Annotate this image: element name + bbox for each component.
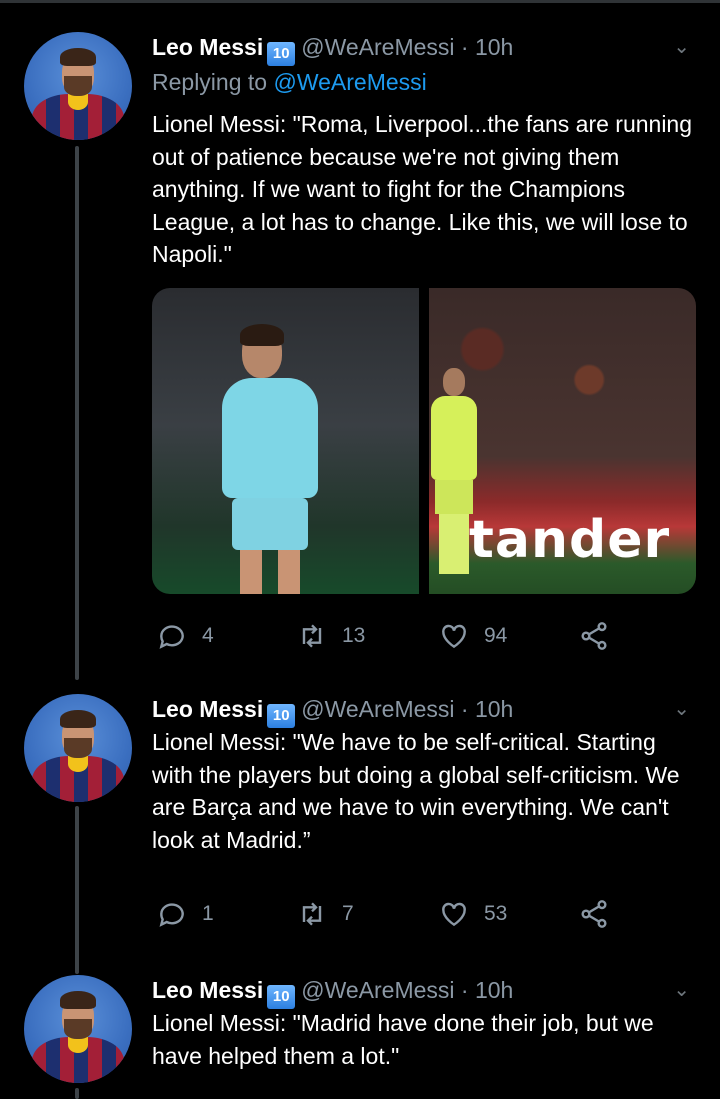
- retweet-count: 13: [342, 623, 366, 647]
- tweet[interactable]: Leo Messi 10 @WeAreMessi · 10h ⌄ Replying …: [152, 32, 700, 656]
- avatar[interactable]: [24, 694, 132, 802]
- share-icon: [581, 900, 607, 928]
- top-divider: [0, 0, 720, 3]
- display-name[interactable]: Leo Messi: [152, 977, 263, 1003]
- retweet-button[interactable]: 7: [296, 894, 354, 934]
- share-button[interactable]: [578, 894, 624, 934]
- retweet-icon: [302, 902, 322, 926]
- tweet[interactable]: Leo Messi 10 @WeAreMessi · 10h ⌄ Lionel Me…: [152, 975, 700, 1072]
- heart-icon: [442, 624, 466, 648]
- like-count: 94: [484, 623, 508, 647]
- retweet-icon: [302, 623, 322, 648]
- media-photo[interactable]: [152, 287, 419, 594]
- thread-connector: [75, 146, 79, 680]
- avatar[interactable]: [24, 975, 132, 1083]
- media-photo[interactable]: tander: [429, 287, 696, 594]
- tweet-text: Lionel Messi: "Roma, Liverpool...the fan…: [152, 111, 693, 267]
- user-handle[interactable]: @WeAreMessi: [301, 696, 454, 722]
- tweet-header: Leo Messi 10 @WeAreMessi · 10h ⌄: [152, 694, 700, 728]
- user-handle[interactable]: @WeAreMessi: [301, 977, 454, 1003]
- reply-count: 4: [202, 623, 214, 647]
- retweet-button[interactable]: 13: [296, 616, 365, 656]
- reply-button[interactable]: 1: [156, 894, 214, 934]
- avatar[interactable]: [24, 32, 132, 140]
- stadium-banner-text: tander: [469, 509, 671, 570]
- tweet[interactable]: Leo Messi 10 @WeAreMessi · 10h ⌄ Lionel Me…: [152, 694, 700, 934]
- number-ten-emoji-badge: 10: [267, 704, 296, 728]
- chevron-down-icon[interactable]: ⌄: [673, 975, 690, 1005]
- tweet-header: Leo Messi 10 @WeAreMessi · 10h ⌄: [152, 975, 700, 1009]
- tweet-media[interactable]: tander: [152, 287, 696, 594]
- tweet-text: Lionel Messi: "Madrid have done their jo…: [152, 1010, 654, 1069]
- reply-count: 1: [202, 902, 214, 925]
- share-button[interactable]: [578, 616, 624, 656]
- number-ten-emoji-badge: 10: [267, 42, 296, 66]
- player-figure: [222, 323, 318, 594]
- thread-connector: [75, 806, 79, 974]
- number-ten-emoji-badge: 10: [267, 985, 296, 1009]
- like-button[interactable]: 53: [438, 894, 507, 934]
- chevron-down-icon[interactable]: ⌄: [673, 694, 690, 724]
- timestamp[interactable]: 10h: [475, 696, 513, 722]
- separator-dot: ·: [460, 696, 469, 722]
- reply-button[interactable]: 4: [156, 616, 214, 656]
- timestamp[interactable]: 10h: [475, 34, 513, 60]
- thread-connector: [75, 1088, 79, 1099]
- separator-dot: ·: [460, 977, 469, 1003]
- tweet-actions: 4 13 94: [152, 616, 700, 656]
- like-button[interactable]: 94: [438, 616, 507, 656]
- reply-icon: [159, 903, 184, 927]
- timestamp[interactable]: 10h: [475, 977, 513, 1003]
- retweet-count: 7: [342, 902, 354, 925]
- chevron-down-icon[interactable]: ⌄: [673, 32, 690, 62]
- user-handle[interactable]: @WeAreMessi: [301, 34, 454, 60]
- display-name[interactable]: Leo Messi: [152, 34, 263, 60]
- replying-to: Replying to @WeAreMessi: [152, 66, 700, 98]
- heart-icon: [442, 902, 466, 927]
- separator-dot: ·: [460, 34, 469, 60]
- tweet-actions: 1 7 53: [152, 894, 700, 934]
- player-figure: [431, 367, 477, 578]
- replying-to-label: Replying to: [152, 69, 274, 95]
- like-count: 53: [484, 902, 508, 925]
- replying-to-handle-link[interactable]: @WeAreMessi: [273, 69, 426, 95]
- tweet-text: Lionel Messi: "We have to be self-critic…: [152, 729, 680, 853]
- tweet-header: Leo Messi 10 @WeAreMessi · 10h ⌄: [152, 32, 700, 66]
- share-icon: [581, 621, 607, 650]
- reply-icon: [159, 624, 184, 649]
- display-name[interactable]: Leo Messi: [152, 696, 263, 722]
